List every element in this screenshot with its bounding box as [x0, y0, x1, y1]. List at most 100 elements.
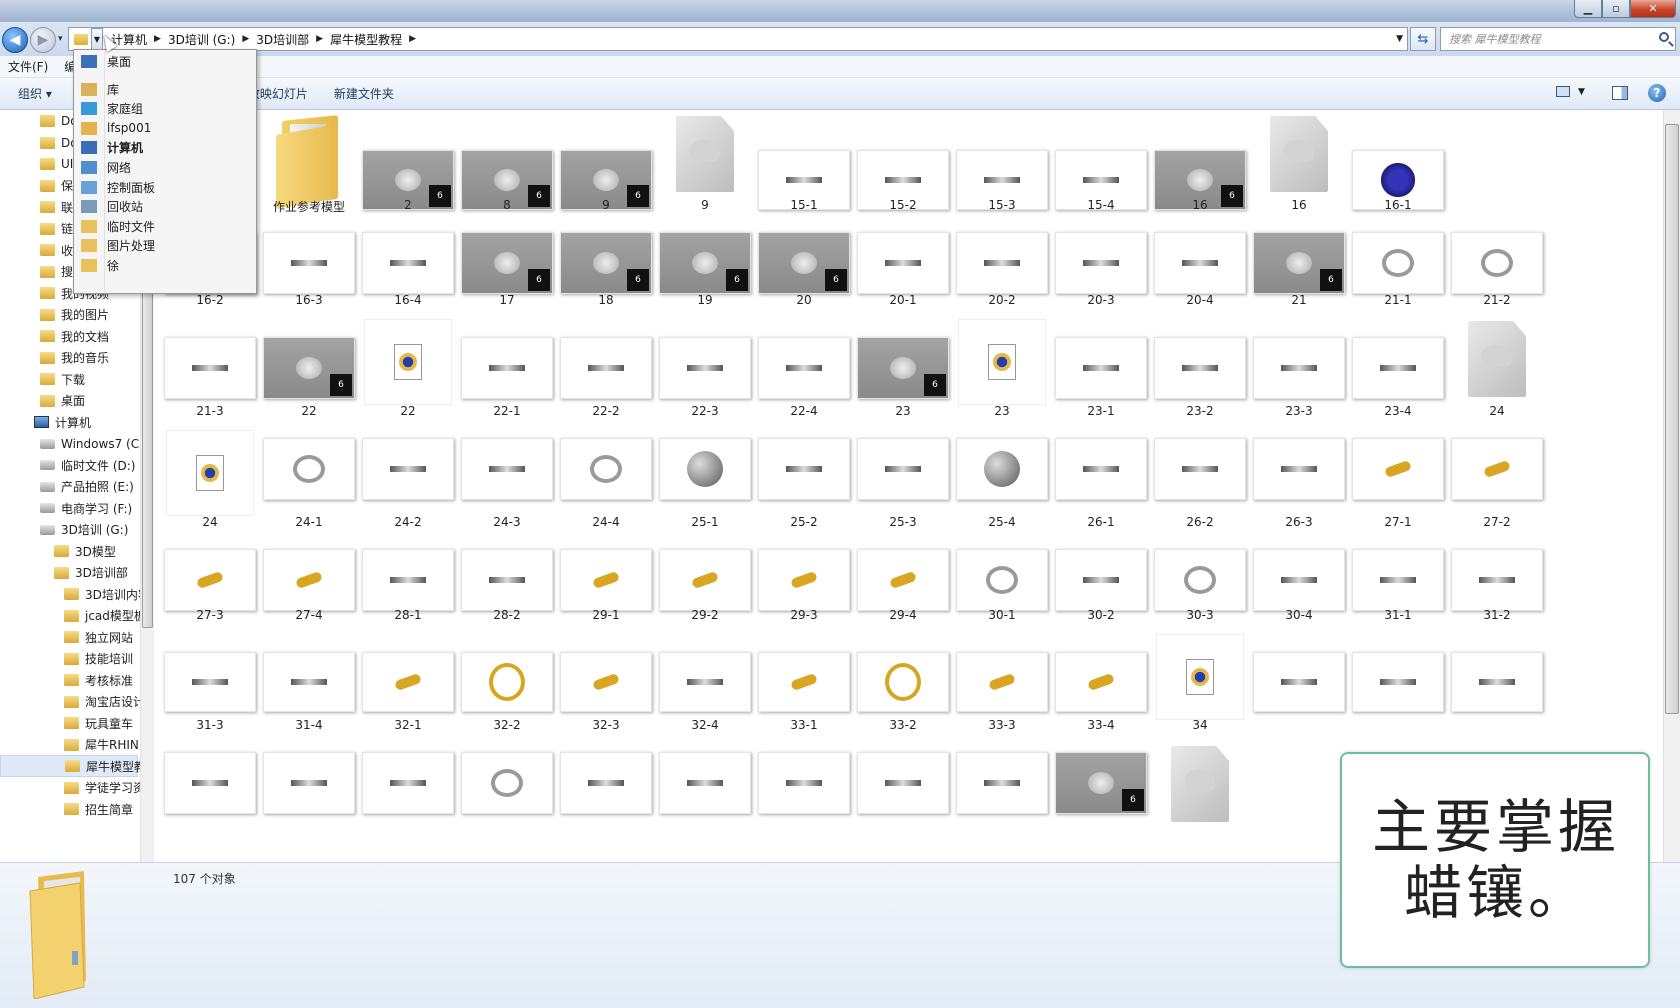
file-item[interactable]: 27-1 [1348, 426, 1448, 537]
file-item[interactable]: 32-4 [655, 630, 755, 740]
file-item[interactable]: 27-3 [160, 537, 260, 630]
sidebar-item[interactable]: 我的图片 [0, 304, 138, 326]
sidebar-item[interactable]: 犀牛RHIN [0, 734, 139, 756]
file-item[interactable]: 33-2 [853, 630, 953, 740]
file-item[interactable]: 30-2 [1051, 537, 1151, 630]
sidebar-item[interactable]: 产品拍照 (E:) [0, 476, 138, 498]
sidebar-item[interactable]: 我的音乐 [0, 347, 138, 369]
file-item[interactable]: 16-4 [358, 220, 458, 315]
file-item[interactable]: 6 22 [259, 315, 359, 426]
dropdown-item[interactable]: lfsp001 [74, 118, 256, 138]
file-item[interactable]: 21-1 [1348, 220, 1448, 315]
dropdown-item[interactable]: 家庭组 [74, 99, 256, 119]
file-item[interactable]: 33-1 [754, 630, 854, 740]
sidebar-item[interactable]: 我的文档 [0, 325, 138, 347]
file-item[interactable]: 9 [655, 110, 755, 220]
dropdown-item[interactable]: 图片处理 [74, 236, 256, 256]
file-item[interactable]: 25-3 [853, 426, 953, 537]
file-item[interactable]: 20-1 [853, 220, 953, 315]
organize-button[interactable]: 组织 ▾ [9, 85, 61, 102]
file-item[interactable]: 16-3 [259, 220, 359, 315]
file-item[interactable]: 6 21 [1249, 220, 1349, 315]
file-item[interactable]: 15-1 [754, 110, 854, 220]
file-item[interactable]: 32-2 [457, 630, 557, 740]
file-item[interactable]: 25-1 [655, 426, 755, 537]
file-item[interactable]: 34 [1150, 630, 1250, 740]
sidebar-item[interactable]: 犀牛模型教 [0, 755, 140, 777]
file-item[interactable]: 6 19 [655, 220, 755, 315]
file-item[interactable]: 24 [1447, 315, 1547, 426]
file-item[interactable] [457, 740, 557, 850]
file-item[interactable]: 33-3 [952, 630, 1052, 740]
address-history-dropdown[interactable]: ▼ [1396, 34, 1403, 44]
file-item[interactable] [952, 740, 1052, 850]
breadcrumb-folder[interactable]: 3D培训部 [252, 31, 313, 48]
recent-pages-dropdown[interactable]: ▾ [58, 34, 63, 44]
file-item[interactable]: 29-4 [853, 537, 953, 630]
file-item[interactable]: 29-3 [754, 537, 854, 630]
sidebar-item[interactable]: 3D培训内容 [0, 583, 140, 605]
breadcrumb-current[interactable]: 犀牛模型教程 [326, 31, 406, 48]
file-item[interactable]: 6 23 [853, 315, 953, 426]
file-item[interactable]: 26-2 [1150, 426, 1250, 537]
file-item[interactable]: 23 [952, 315, 1052, 426]
close-button[interactable]: ✕ [1630, 0, 1676, 18]
file-item[interactable]: 68 [457, 110, 557, 220]
file-item[interactable]: 24-1 [259, 426, 359, 537]
sidebar-item[interactable]: 电商学习 (F:) [0, 497, 138, 519]
file-item[interactable]: 6 18 [556, 220, 656, 315]
breadcrumb-drive[interactable]: 3D培训 (G:) [164, 31, 239, 48]
sidebar-item[interactable]: 技能培训 [0, 648, 138, 670]
dropdown-item[interactable]: 库 [74, 79, 256, 99]
file-item[interactable]: 29-2 [655, 537, 755, 630]
refresh-button[interactable]: ⇆ [1410, 27, 1436, 51]
file-item[interactable]: 24-3 [457, 426, 557, 537]
dropdown-item[interactable]: 桌面 [74, 51, 256, 71]
file-item[interactable]: 69 [556, 110, 656, 220]
file-item[interactable]: 6 17 [457, 220, 557, 315]
file-item[interactable] [1150, 740, 1250, 850]
file-item[interactable] [358, 740, 458, 850]
file-item[interactable]: 22-3 [655, 315, 755, 426]
sidebar-item[interactable]: 独立网站 [0, 626, 138, 648]
file-item[interactable]: 26-3 [1249, 426, 1349, 537]
file-list-scrollbar[interactable] [1663, 110, 1680, 862]
file-item[interactable]: 31-3 [160, 630, 260, 740]
file-item[interactable] [259, 740, 359, 850]
file-item[interactable] [160, 740, 260, 850]
file-item[interactable]: 15-2 [853, 110, 953, 220]
sidebar-item[interactable]: jcad模型板 [0, 605, 140, 627]
sidebar-item[interactable]: Windows7 (C [0, 433, 139, 455]
file-item[interactable]: 15-3 [952, 110, 1052, 220]
file-item[interactable]: 29-1 [556, 537, 656, 630]
file-item[interactable]: 32-3 [556, 630, 656, 740]
dropdown-item[interactable]: 回收站 [74, 197, 256, 217]
search-input[interactable]: 搜索 犀牛模型教程 [1440, 27, 1676, 51]
file-item[interactable]: 21-3 [160, 315, 260, 426]
maximize-button[interactable]: ▫ [1602, 0, 1630, 18]
file-item[interactable]: 15-4 [1051, 110, 1151, 220]
file-item[interactable]: 24-4 [556, 426, 656, 537]
file-item[interactable]: 31-4 [259, 630, 359, 740]
file-item[interactable]: 62 [358, 110, 458, 220]
file-item[interactable]: 28-1 [358, 537, 458, 630]
file-item[interactable]: 21-2 [1447, 220, 1547, 315]
dropdown-item[interactable]: 控制面板 [74, 177, 256, 197]
file-item[interactable]: 22-1 [457, 315, 557, 426]
menu-file[interactable]: 文件(F) [0, 58, 56, 75]
file-item[interactable] [754, 740, 854, 850]
file-item[interactable]: 22 [358, 315, 458, 426]
file-item[interactable]: 24 [160, 426, 260, 537]
file-item[interactable]: 27-2 [1447, 426, 1547, 537]
dropdown-item[interactable]: 网络 [74, 157, 256, 177]
file-item[interactable]: 6 [1051, 740, 1151, 850]
sidebar-item[interactable]: 考核标准 [0, 669, 138, 691]
file-item[interactable] [1249, 630, 1349, 740]
back-button[interactable]: ◀ [2, 27, 28, 53]
file-item[interactable] [1348, 630, 1448, 740]
file-item[interactable]: 23-4 [1348, 315, 1448, 426]
file-item[interactable]: 30-1 [952, 537, 1052, 630]
file-item[interactable]: 25-4 [952, 426, 1052, 537]
file-item[interactable] [853, 740, 953, 850]
file-item[interactable] [655, 740, 755, 850]
